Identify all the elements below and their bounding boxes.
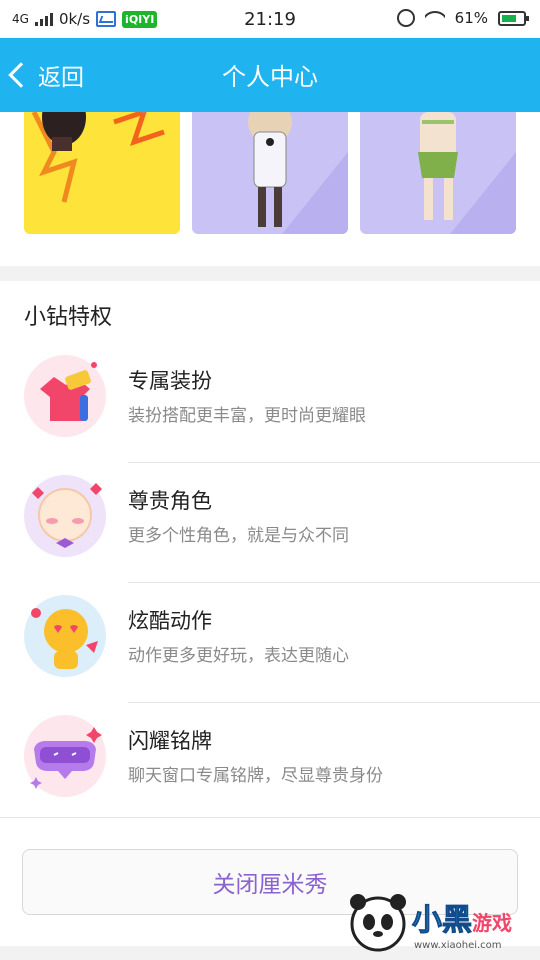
- svg-text:游戏: 游戏: [472, 911, 512, 935]
- avatar-cards: [0, 112, 540, 266]
- girl-avatar-image: [248, 112, 348, 234]
- privilege-desc: 更多个性角色，就是与众不同: [128, 526, 349, 546]
- battery-icon: [498, 10, 529, 26]
- rocket-avatar-image: [31, 112, 165, 203]
- privilege-name: 闪耀铭牌: [128, 729, 212, 753]
- svg-text:www.xiaohei.com: www.xiaohei.com: [414, 940, 502, 951]
- status-right: 61%: [396, 9, 529, 27]
- badge-icon: [24, 715, 106, 797]
- status-bar: 4G 0k/s iQIYI 21:19 61%: [0, 0, 540, 38]
- privilege-item-badge[interactable]: 闪耀铭牌 聊天窗口专属铭牌，尽显尊贵身份: [0, 703, 540, 823]
- battery-percent: 61%: [454, 9, 488, 27]
- xiaohei-watermark-logo: 小黑 游戏 www.xiaohei.com: [350, 894, 512, 952]
- privilege-item-outfit[interactable]: 专属装扮 装扮搭配更丰富，更时尚更耀眼: [0, 343, 540, 463]
- privilege-desc: 动作更多更好玩，表达更随心: [128, 646, 349, 666]
- avatar-card[interactable]: [360, 112, 516, 234]
- privilege-item-action[interactable]: 炫酷动作 动作更多更好玩，表达更随心: [0, 583, 540, 703]
- privilege-name: 专属装扮: [128, 369, 212, 393]
- privileges-section: 小钻特权 专属装扮 装扮搭配更丰富，更时尚更耀眼 尊贵角色 更多个性角色，就是与…: [0, 281, 540, 946]
- avatar-card[interactable]: [24, 112, 180, 234]
- hula-avatar-image: [418, 112, 516, 234]
- privilege-name: 尊贵角色: [128, 489, 212, 513]
- section-title: 小钻特权: [24, 305, 113, 330]
- title-bar: 返回 个人中心: [0, 38, 540, 112]
- alarm-icon: [396, 9, 415, 27]
- section-divider: [0, 817, 540, 818]
- page-title: 个人中心: [222, 63, 318, 91]
- privilege-name: 炫酷动作: [128, 609, 212, 633]
- character-icon: [24, 475, 106, 557]
- outfit-icon: [24, 355, 106, 437]
- wifi-icon: [424, 11, 445, 25]
- action-icon: [24, 595, 106, 677]
- avatar-card[interactable]: [192, 112, 348, 234]
- svg-text:小黑: 小黑: [412, 903, 472, 938]
- privilege-desc: 装扮搭配更丰富，更时尚更耀眼: [128, 406, 366, 426]
- privilege-desc: 聊天窗口专属铭牌，尽显尊贵身份: [128, 766, 383, 786]
- privilege-item-character[interactable]: 尊贵角色 更多个性角色，就是与众不同: [0, 463, 540, 583]
